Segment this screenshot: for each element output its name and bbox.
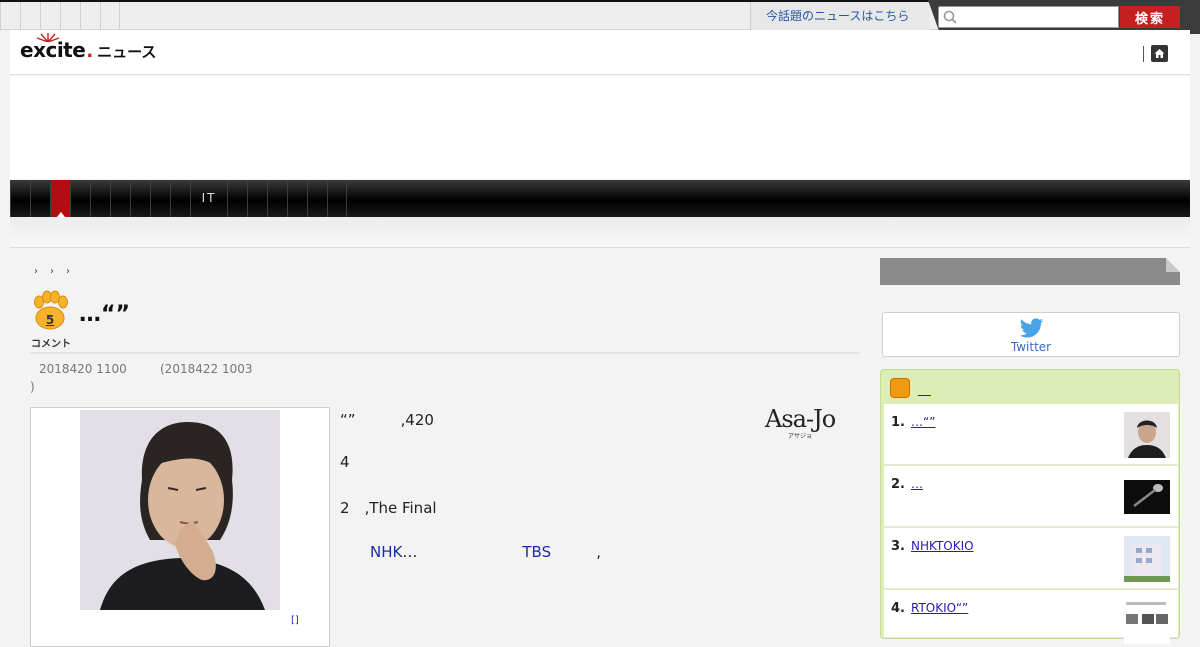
comment-count[interactable]: 5	[30, 313, 70, 327]
sidebar-header-bar	[880, 258, 1180, 285]
article-paragraph: 2 ‚The Final	[340, 499, 437, 517]
ranking-link[interactable]: RTOKIO“”	[911, 601, 968, 615]
tbs-link[interactable]: TBS	[522, 543, 551, 561]
source-logo[interactable]: Asa-Jo アサジョ	[765, 405, 836, 440]
header-divider	[1143, 46, 1144, 62]
ranking-icon	[890, 378, 910, 398]
category-tab[interactable]	[130, 180, 150, 217]
logo-dot: .	[86, 41, 94, 62]
ranking-item[interactable]: 3. NHKTOKIO	[884, 528, 1178, 589]
service-tab[interactable]	[100, 2, 120, 30]
site-header: excite . ニュース	[10, 30, 1190, 75]
twitter-bird-icon	[1020, 318, 1043, 338]
twitter-label: Twitter	[1010, 340, 1052, 354]
category-tab-it[interactable]: IT	[190, 180, 227, 217]
ranking-number: 1.	[891, 415, 905, 430]
logo-brand: excite	[20, 38, 86, 62]
category-tab[interactable]	[247, 180, 267, 217]
ranking-thumbnail[interactable]	[1124, 598, 1170, 644]
service-tab[interactable]	[40, 2, 60, 30]
ranking-item[interactable]: 2. …	[884, 466, 1178, 527]
home-button[interactable]	[1151, 45, 1168, 62]
category-tab[interactable]	[90, 180, 110, 217]
ranking-link[interactable]: …	[911, 477, 923, 491]
ranking-header-link[interactable]	[918, 379, 931, 398]
breadcrumb-separator: ›	[66, 266, 70, 277]
ranking-item[interactable]: 1. …“”	[884, 404, 1178, 465]
category-tab[interactable]	[170, 180, 190, 217]
category-tab[interactable]	[30, 180, 50, 217]
home-icon	[1154, 49, 1165, 58]
photo-credit-link[interactable]: []	[291, 615, 299, 626]
service-tab[interactable]	[0, 2, 20, 30]
category-tab-active[interactable]	[50, 180, 70, 217]
topnews-link[interactable]: 今話題のニュースはこちら	[750, 2, 930, 30]
ranking-thumbnail[interactable]	[1124, 474, 1170, 520]
updated-date-close: )	[30, 380, 35, 394]
category-tab[interactable]	[227, 180, 247, 217]
service-tab[interactable]	[80, 2, 100, 30]
title-divider	[30, 352, 860, 354]
article-title: …“”	[79, 302, 130, 327]
search-input[interactable]	[961, 9, 1111, 25]
category-tab[interactable]	[287, 180, 307, 217]
breadcrumb: › › ›	[34, 266, 70, 277]
nhk-link[interactable]: NHK	[370, 543, 402, 561]
category-tab[interactable]	[150, 180, 170, 217]
service-tab[interactable]	[20, 2, 40, 30]
search-button[interactable]: 検索	[1120, 6, 1180, 28]
breadcrumb-separator: ›	[34, 266, 38, 277]
ranking-item[interactable]: 4. RTOKIO“”	[884, 590, 1178, 644]
source-logo-sub: アサジョ	[788, 433, 813, 440]
ranking-thumbnail[interactable]	[1124, 536, 1170, 582]
category-tab[interactable]	[267, 180, 287, 217]
category-tab[interactable]	[307, 180, 327, 217]
breadcrumb-separator: ›	[50, 266, 54, 277]
twitter-share-button[interactable]: Twitter	[882, 312, 1180, 357]
category-tab[interactable]	[70, 180, 90, 217]
category-tab[interactable]	[10, 180, 30, 217]
article-photo[interactable]	[80, 410, 280, 610]
ranking-number: 2.	[891, 477, 905, 492]
search-field[interactable]	[938, 6, 1119, 28]
ranking-panel: 1. …“” 2. … 3. NHKTOKIO 4. RTOKIO“”	[880, 369, 1180, 644]
service-tab[interactable]	[60, 2, 80, 30]
article-photo-frame: []	[30, 407, 330, 647]
comment-label[interactable]: コメント	[31, 335, 71, 350]
ranking-number: 3.	[891, 539, 905, 554]
article-paragraph: 4	[340, 453, 350, 471]
ranking-number: 4.	[891, 601, 905, 616]
published-date: 2018420 1100	[39, 362, 127, 376]
article-paragraph: NHK… TBS ‚	[370, 543, 601, 561]
service-tabs	[0, 2, 120, 30]
ranking-link[interactable]: NHKTOKIO	[911, 539, 974, 553]
updated-date: (2018422 1003	[160, 362, 253, 376]
category-tab[interactable]	[327, 180, 347, 217]
ranking-link[interactable]: …“”	[911, 415, 935, 429]
portrait-image	[80, 410, 280, 610]
category-tab[interactable]	[110, 180, 130, 217]
ranking-thumbnail[interactable]	[1124, 412, 1170, 458]
article-paragraph: “” ‚420	[340, 411, 434, 429]
excite-news-logo[interactable]: excite . ニュース	[20, 33, 157, 66]
sub-category-nav	[10, 217, 1190, 248]
category-nav: IT	[10, 180, 1190, 217]
search-icon	[943, 10, 957, 24]
logo-suffix: ニュース	[97, 43, 157, 61]
ad-banner-area	[10, 76, 1190, 179]
